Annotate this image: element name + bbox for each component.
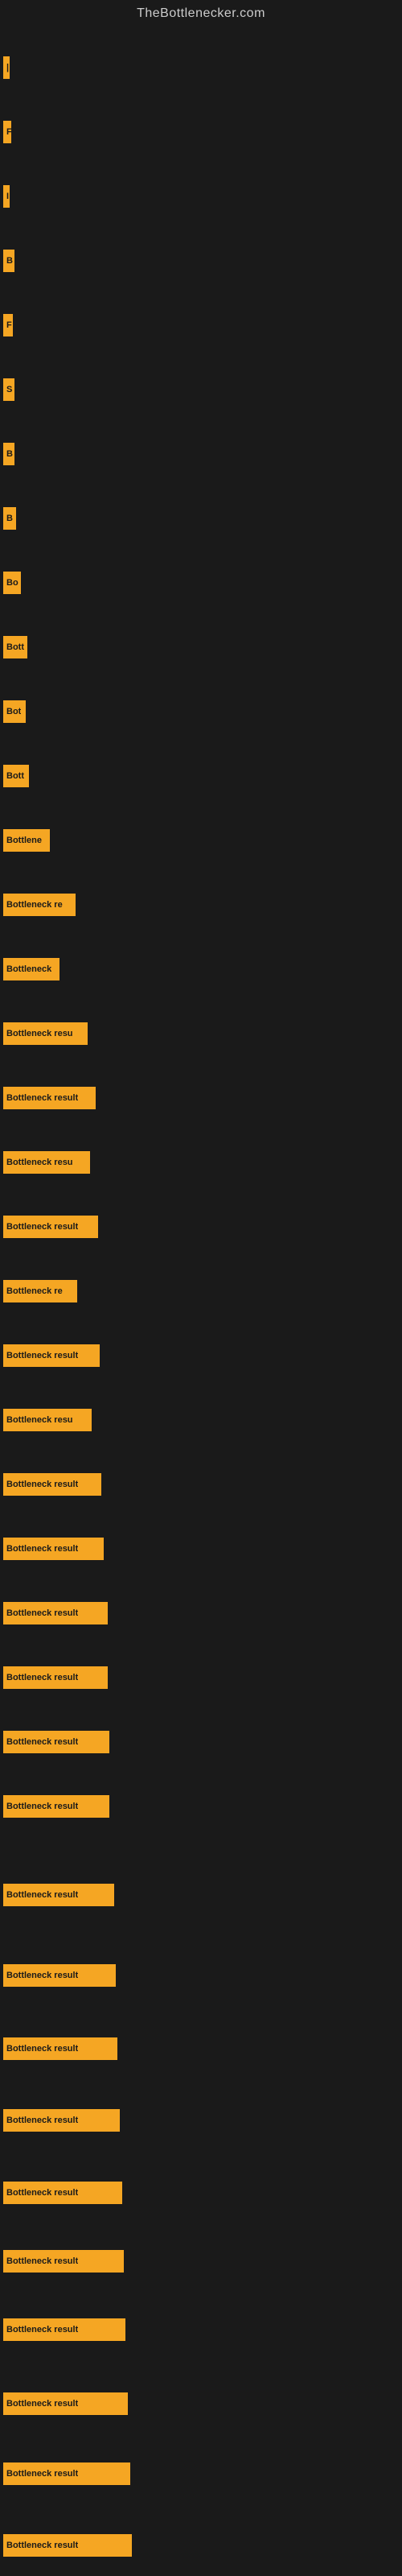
bar-item: Bottleneck result <box>3 2318 125 2341</box>
bar-label: Bottleneck <box>6 964 51 974</box>
bar-label: B <box>6 514 13 523</box>
bar-item: Bot <box>3 700 26 723</box>
bar-item: Bottleneck result <box>3 1473 101 1496</box>
bar-label: F <box>6 127 11 137</box>
bar-item: Bottleneck result <box>3 1602 108 1624</box>
bar-label: F <box>6 320 12 330</box>
bar-item: B <box>3 507 16 530</box>
bar-label: Bottleneck result <box>6 2044 78 2054</box>
bar-item: Bottleneck result <box>3 2250 124 2273</box>
bar-label: S <box>6 385 12 394</box>
bar-label: Bottleneck result <box>6 2399 78 2409</box>
bar-label: Bottleneck result <box>6 2188 78 2198</box>
bar-label: Bot <box>6 707 21 716</box>
bar-item: F <box>3 121 11 143</box>
bar-label: Bottleneck result <box>6 1737 78 1747</box>
bar-label: Bott <box>6 642 24 652</box>
bar-item: I <box>3 185 10 208</box>
bar-item: Bottleneck result <box>3 2182 122 2204</box>
bar-label: Bottleneck result <box>6 2116 78 2125</box>
bar-item: F <box>3 314 13 336</box>
bar-item: Bo <box>3 572 21 594</box>
bar-label: Bottleneck result <box>6 1222 78 1232</box>
bar-item: B <box>3 443 14 465</box>
bar-label: Bo <box>6 578 18 588</box>
bar-label: Bottleneck re <box>6 900 63 910</box>
bar-label: Bottleneck resu <box>6 1029 73 1038</box>
bar-item: Bottleneck result <box>3 2534 132 2557</box>
bar-item: Bott <box>3 765 29 787</box>
bar-item: Bottleneck resu <box>3 1022 88 1045</box>
bar-label: B <box>6 449 13 459</box>
bar-item: S <box>3 378 14 401</box>
bar-label: Bottleneck result <box>6 2469 78 2479</box>
site-title: TheBottlenecker.com <box>0 0 402 24</box>
bar-item: Bottleneck resu <box>3 1151 90 1174</box>
bar-label: Bottleneck result <box>6 2325 78 2334</box>
bar-label: Bottleneck result <box>6 2541 78 2550</box>
bar-item: Bottleneck result <box>3 2392 128 2415</box>
bar-item: Bott <box>3 636 27 658</box>
bar-item: Bottleneck resu <box>3 1409 92 1431</box>
bar-item: Bottleneck <box>3 958 59 980</box>
bar-item: Bottleneck result <box>3 1884 114 1906</box>
bar-item: B <box>3 250 14 272</box>
bar-item: Bottlene <box>3 829 50 852</box>
bar-label: Bottleneck result <box>6 1971 78 1980</box>
bar-item: Bottleneck result <box>3 1666 108 1689</box>
bar-label: | <box>6 63 9 72</box>
bar-item: Bottleneck re <box>3 1280 77 1302</box>
bar-item: Bottleneck re <box>3 894 76 916</box>
bar-item: | <box>3 56 10 79</box>
bar-item: Bottleneck result <box>3 1538 104 1560</box>
bar-label: Bottleneck result <box>6 1544 78 1554</box>
bar-item: Bottleneck result <box>3 1731 109 1753</box>
bar-label: Bottleneck result <box>6 1802 78 1811</box>
bar-label: Bottleneck result <box>6 1093 78 1103</box>
bar-label: Bottlene <box>6 836 42 845</box>
bar-label: Bottleneck result <box>6 1480 78 1489</box>
bar-label: I <box>6 192 9 201</box>
bar-item: Bottleneck result <box>3 1795 109 1818</box>
bar-label: Bottleneck result <box>6 1608 78 1618</box>
bar-label: Bottleneck result <box>6 2256 78 2266</box>
bar-label: Bottleneck result <box>6 1890 78 1900</box>
bar-item: Bottleneck result <box>3 1344 100 1367</box>
bar-label: Bottleneck result <box>6 1673 78 1682</box>
bar-item: Bottleneck result <box>3 1964 116 1987</box>
bar-item: Bottleneck result <box>3 1216 98 1238</box>
bar-label: Bottleneck re <box>6 1286 63 1296</box>
bar-label: Bott <box>6 771 24 781</box>
bar-label: Bottleneck resu <box>6 1415 73 1425</box>
bar-label: Bottleneck result <box>6 1351 78 1360</box>
bar-item: Bottleneck result <box>3 2109 120 2132</box>
bar-item: Bottleneck result <box>3 2462 130 2485</box>
bar-item: Bottleneck result <box>3 2037 117 2060</box>
bar-label: B <box>6 256 13 266</box>
bar-label: Bottleneck resu <box>6 1158 73 1167</box>
chart-container: TheBottlenecker.com | F I B F S B B Bo Bott Bot Bot… <box>0 0 402 2576</box>
bar-item: Bottleneck result <box>3 1087 96 1109</box>
